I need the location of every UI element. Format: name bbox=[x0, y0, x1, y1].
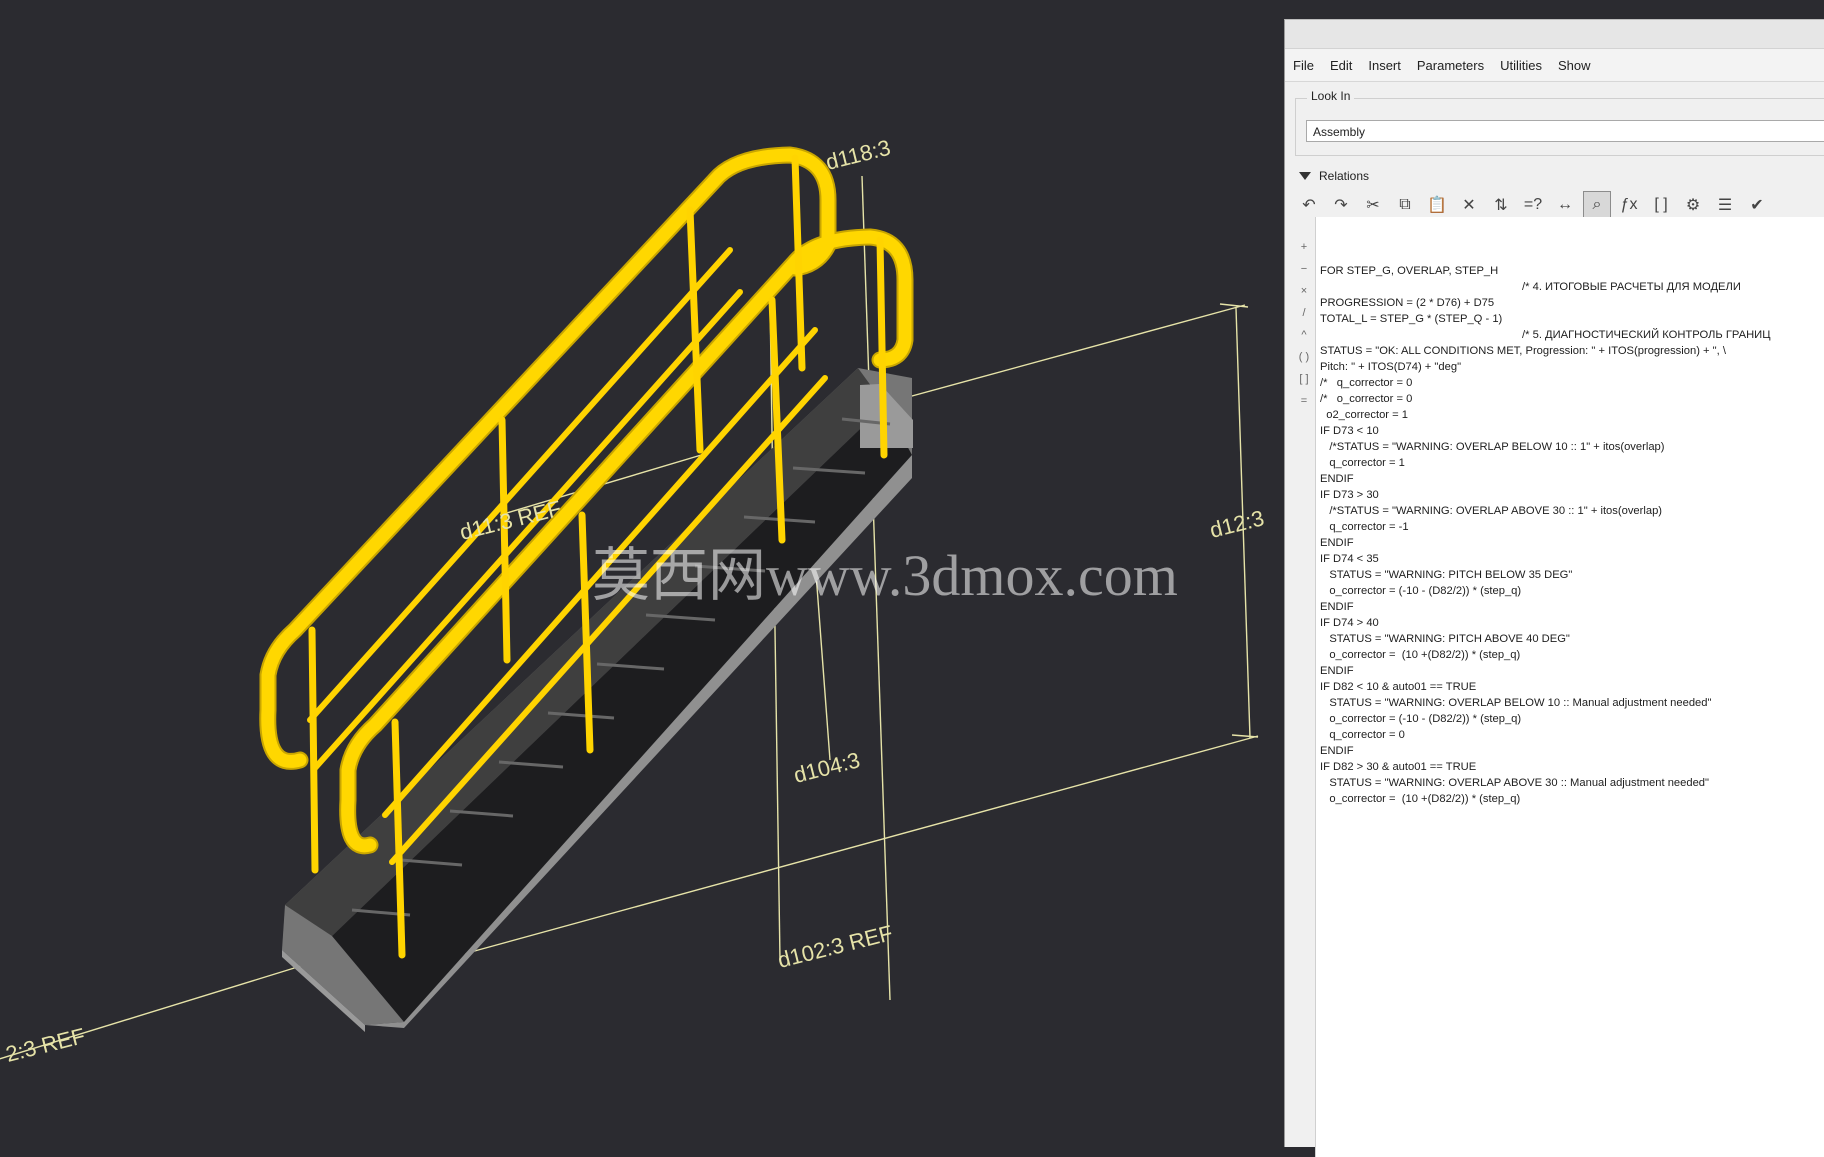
delete-icon[interactable]: ✕ bbox=[1455, 191, 1483, 219]
code-line[interactable]: /* q_corrector = 0 bbox=[1320, 375, 1824, 391]
menu-insert[interactable]: Insert bbox=[1368, 58, 1401, 73]
menu-utilities[interactable]: Utilities bbox=[1500, 58, 1542, 73]
code-line[interactable]: IF D74 < 35 bbox=[1320, 551, 1824, 567]
relations-section-header[interactable]: Relations bbox=[1299, 169, 1369, 183]
code-line[interactable]: ENDIF bbox=[1320, 743, 1824, 759]
operator-parentheses[interactable]: ( ) bbox=[1297, 346, 1311, 368]
undo-icon[interactable]: ↶ bbox=[1295, 191, 1323, 219]
code-line[interactable]: q_corrector = 0 bbox=[1320, 727, 1824, 743]
operator-multiply[interactable]: × bbox=[1297, 280, 1311, 302]
look-in-label: Look In bbox=[1307, 89, 1355, 103]
operator-equals[interactable]: = bbox=[1297, 390, 1311, 412]
code-line[interactable]: FOR STEP_G, OVERLAP, STEP_H bbox=[1320, 263, 1824, 279]
menu-bar: File Edit Insert Parameters Utilities Sh… bbox=[1285, 49, 1824, 82]
relations-toolbar: ↶ ↷ ✂ ⧉ 📋 ✕ ⇅ =? ↔ ⌕ ƒx [ ] ⚙ ☰ ✔ bbox=[1295, 190, 1771, 220]
code-line[interactable]: STATUS = "WARNING: PITCH BELOW 35 DEG" bbox=[1320, 567, 1824, 583]
code-line[interactable]: o_corrector = (-10 - (D82/2)) * (step_q) bbox=[1320, 711, 1824, 727]
code-line[interactable]: IF D74 > 40 bbox=[1320, 615, 1824, 631]
sort-icon[interactable]: ☰ bbox=[1711, 191, 1739, 219]
parameters-icon[interactable]: ⚙ bbox=[1679, 191, 1707, 219]
copy-icon[interactable]: ⧉ bbox=[1391, 191, 1419, 219]
code-line[interactable]: PROGRESSION = (2 * D76) + D75 bbox=[1320, 295, 1824, 311]
code-line[interactable]: /*STATUS = "WARNING: OVERLAP BELOW 10 ::… bbox=[1320, 439, 1824, 455]
code-line[interactable]: o2_corrector = 1 bbox=[1320, 407, 1824, 423]
relations-window[interactable]: File Edit Insert Parameters Utilities Sh… bbox=[1284, 19, 1824, 1157]
collapse-triangle-icon[interactable] bbox=[1299, 172, 1311, 180]
window-title-bar[interactable] bbox=[1285, 20, 1824, 49]
code-line[interactable]: q_corrector = -1 bbox=[1320, 519, 1824, 535]
stair-model: d118:3 d12:3 d104:3 d102:3 REF d11:3 REF… bbox=[0, 0, 1284, 1147]
code-line[interactable]: IF D73 > 30 bbox=[1320, 487, 1824, 503]
dimension-icon[interactable]: ↔ bbox=[1551, 191, 1579, 219]
code-line[interactable]: Pitch: " + ITOS(D74) + "deg" bbox=[1320, 359, 1824, 375]
operator-power[interactable]: ^ bbox=[1297, 324, 1311, 346]
operator-plus[interactable]: + bbox=[1297, 236, 1311, 258]
code-line[interactable]: STATUS = "WARNING: PITCH ABOVE 40 DEG" bbox=[1320, 631, 1824, 647]
menu-show[interactable]: Show bbox=[1558, 58, 1591, 73]
operator-column: + − × / ^ ( ) [ ] = bbox=[1297, 236, 1311, 412]
code-line[interactable]: o_corrector = (-10 - (D82/2)) * (step_q) bbox=[1320, 583, 1824, 599]
operator-divide[interactable]: / bbox=[1297, 302, 1311, 324]
code-line[interactable]: ENDIF bbox=[1320, 471, 1824, 487]
code-line[interactable]: STATUS = "OK: ALL CONDITIONS MET, Progre… bbox=[1320, 343, 1824, 359]
relations-editor[interactable]: FOR STEP_G, OVERLAP, STEP_H /* 4. ИТОГОВ… bbox=[1315, 217, 1824, 1157]
cut-icon[interactable]: ✂ bbox=[1359, 191, 1387, 219]
operator-minus[interactable]: − bbox=[1297, 258, 1311, 280]
code-line[interactable]: STATUS = "WARNING: OVERLAP BELOW 10 :: M… bbox=[1320, 695, 1824, 711]
look-in-select[interactable]: Assembly bbox=[1306, 120, 1824, 142]
code-line[interactable]: IF D82 > 30 & auto01 == TRUE bbox=[1320, 759, 1824, 775]
verify-icon[interactable]: =? bbox=[1519, 191, 1547, 219]
code-line[interactable]: /* 4. ИТОГОВЫЕ РАСЧЕТЫ ДЛЯ МОДЕЛИ bbox=[1320, 279, 1824, 295]
code-line[interactable]: /*STATUS = "WARNING: OVERLAP ABOVE 30 ::… bbox=[1320, 503, 1824, 519]
check-icon[interactable]: ✔ bbox=[1743, 191, 1771, 219]
brackets-icon[interactable]: [ ] bbox=[1647, 191, 1675, 219]
code-line[interactable]: ENDIF bbox=[1320, 535, 1824, 551]
code-line[interactable]: q_corrector = 1 bbox=[1320, 455, 1824, 471]
code-line[interactable]: /* 5. ДИАГНОСТИЧЕСКИЙ КОНТРОЛЬ ГРАНИЦ bbox=[1320, 327, 1824, 343]
code-line[interactable]: ENDIF bbox=[1320, 663, 1824, 679]
paste-icon[interactable]: 📋 bbox=[1423, 191, 1451, 219]
menu-edit[interactable]: Edit bbox=[1330, 58, 1352, 73]
relations-label: Relations bbox=[1319, 169, 1370, 183]
code-line[interactable]: IF D82 < 10 & auto01 == TRUE bbox=[1320, 679, 1824, 695]
menu-parameters[interactable]: Parameters bbox=[1417, 58, 1484, 73]
code-line[interactable]: STATUS = "WARNING: OVERLAP ABOVE 30 :: M… bbox=[1320, 775, 1824, 791]
code-line[interactable]: ENDIF bbox=[1320, 599, 1824, 615]
function-icon[interactable]: ƒx bbox=[1615, 191, 1643, 219]
code-line[interactable]: o_corrector = (10 +(D82/2)) * (step_q) bbox=[1320, 647, 1824, 663]
code-line[interactable]: TOTAL_L = STEP_G * (STEP_Q - 1) bbox=[1320, 311, 1824, 327]
code-line[interactable]: IF D73 < 10 bbox=[1320, 423, 1824, 439]
operator-brackets[interactable]: [ ] bbox=[1297, 368, 1311, 390]
look-in-group: Look In Assembly bbox=[1295, 89, 1824, 156]
evaluate-icon[interactable]: ⇅ bbox=[1487, 191, 1515, 219]
code-line[interactable]: /* o_corrector = 0 bbox=[1320, 391, 1824, 407]
redo-icon[interactable]: ↷ bbox=[1327, 191, 1355, 219]
code-line[interactable]: o_corrector = (10 +(D82/2)) * (step_q) bbox=[1320, 791, 1824, 807]
show-dimensions-icon[interactable]: ⌕ bbox=[1583, 191, 1611, 219]
watermark: 莫西网www.3dmox.com bbox=[592, 543, 1178, 608]
menu-file[interactable]: File bbox=[1293, 58, 1314, 73]
